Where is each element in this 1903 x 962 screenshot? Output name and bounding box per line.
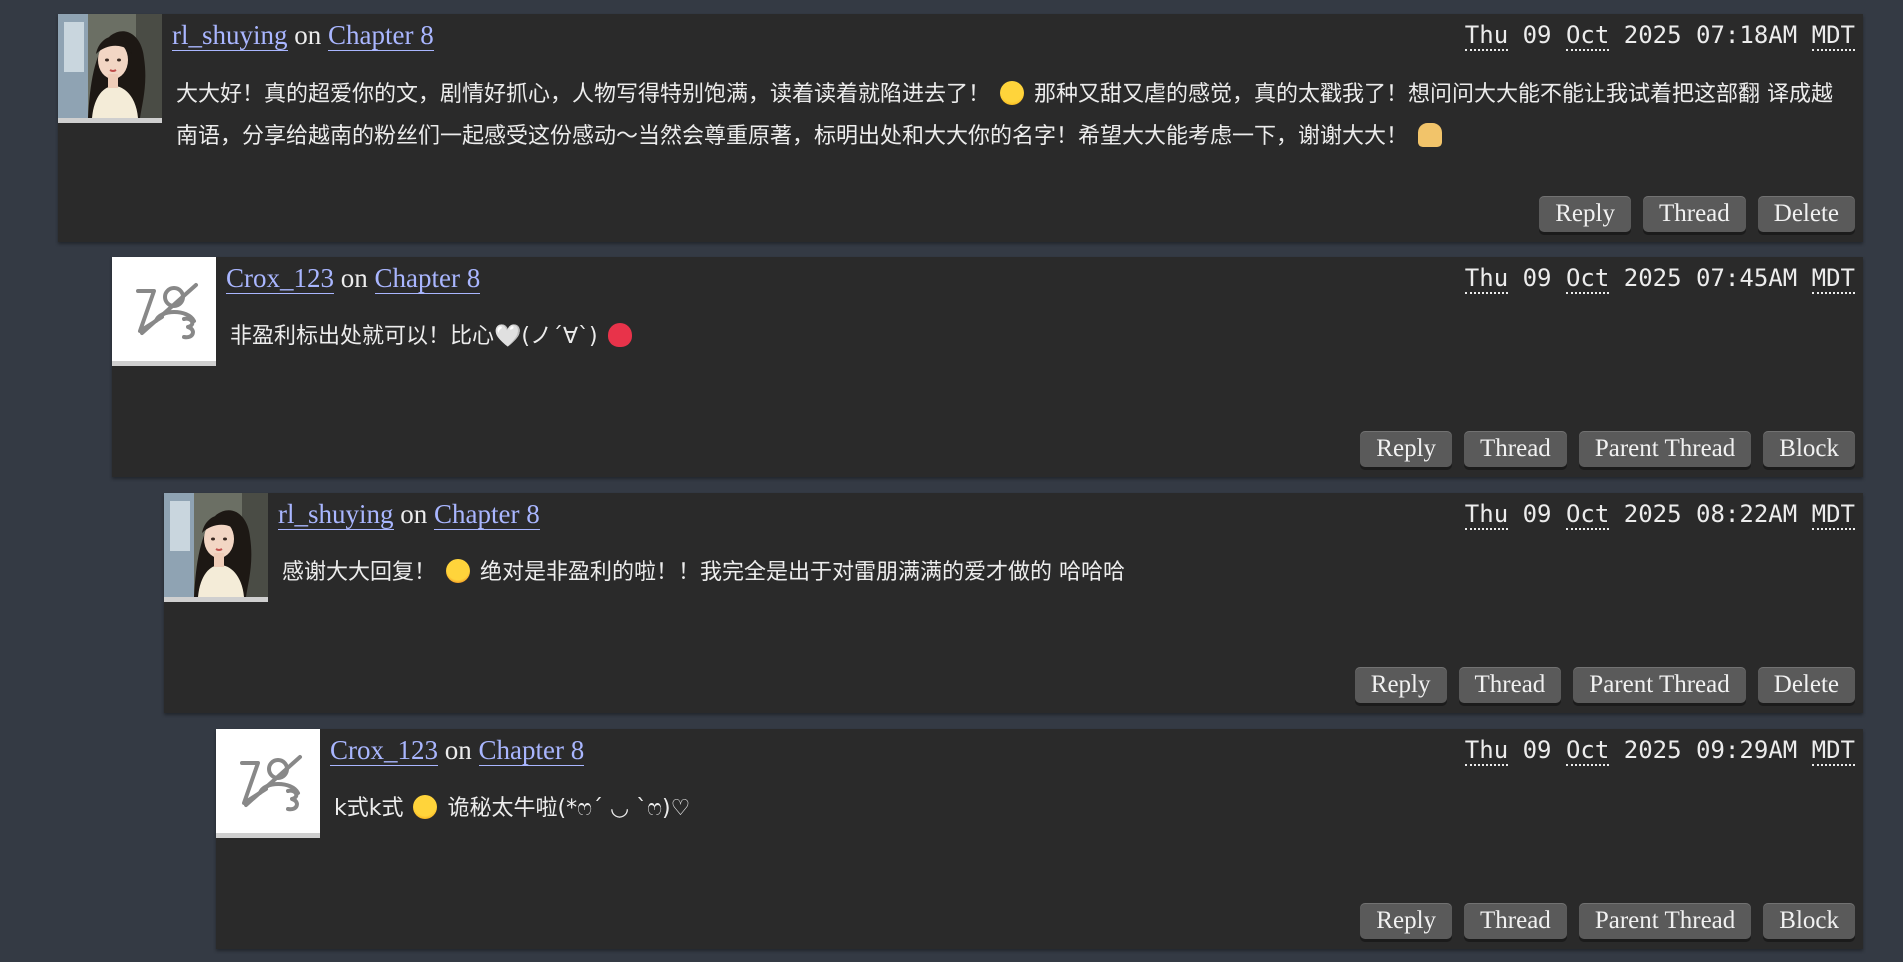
month-abbr: Oct bbox=[1565, 264, 1610, 294]
parent-thread-button[interactable]: Parent Thread bbox=[1578, 903, 1752, 939]
chapter-link[interactable]: Chapter 8 bbox=[374, 263, 481, 294]
on-label: on bbox=[294, 20, 322, 50]
comment-2: Crox_123 on Chapter 8 Thu 09 Oct 2025 07… bbox=[112, 257, 1863, 477]
thread-button[interactable]: Thread bbox=[1464, 431, 1567, 467]
comment-text-part-2: 绝对是非盈利的啦！！我完全是出于对雷朋满满的爱才做的 哈哈哈 bbox=[480, 560, 1126, 585]
comment-byline: Crox_123 on Chapter 8 bbox=[330, 733, 585, 767]
block-button[interactable]: Block bbox=[1763, 431, 1855, 467]
year: 2025 bbox=[1623, 500, 1682, 528]
reply-button[interactable]: Reply bbox=[1360, 903, 1453, 939]
comment-byline: Crox_123 on Chapter 8 bbox=[226, 261, 481, 295]
comment-1: rl_shuying on Chapter 8 Thu 09 Oct 2025 … bbox=[58, 14, 1863, 242]
year: 2025 bbox=[1623, 21, 1682, 49]
author-link[interactable]: rl_shuying bbox=[172, 20, 288, 51]
parent-thread-button[interactable]: Parent Thread bbox=[1573, 667, 1746, 703]
comment-text: 非盈利标出处就可以！比心🤍(ノ´∀`) bbox=[230, 316, 1850, 358]
comment-datetime: Thu 09 Oct 2025 08:22AM MDT bbox=[1464, 497, 1855, 531]
default-avatar-icon bbox=[112, 257, 216, 361]
comment-datetime: Thu 09 Oct 2025 09:29AM MDT bbox=[1464, 733, 1855, 767]
comment-text-part-2: 诡秘太牛啦(*ෆ´ ◡ `ෆ)♡ bbox=[447, 796, 691, 821]
day-number: 09 bbox=[1522, 500, 1552, 528]
comment-text-part-1: 大大好！真的超爱你的文，剧情好抓心，人物写得特别饱满，读着读着就陷进去了！ bbox=[176, 82, 991, 107]
day-number: 09 bbox=[1522, 264, 1552, 292]
timezone-abbr: MDT bbox=[1811, 736, 1855, 766]
chapter-link[interactable]: Chapter 8 bbox=[434, 499, 540, 530]
chapter-link[interactable]: Chapter 8 bbox=[328, 20, 434, 51]
comment-text-part-2: 那种又甜又虐的感觉，真的太戳我了！想问问大大能不能让我试着把这部翻 bbox=[1034, 82, 1761, 107]
day-abbr: Thu bbox=[1464, 736, 1509, 766]
month-abbr: Oct bbox=[1565, 21, 1610, 51]
year: 2025 bbox=[1623, 264, 1682, 292]
day-abbr: Thu bbox=[1464, 21, 1509, 51]
comment-byline: rl_shuying on Chapter 8 bbox=[278, 497, 540, 531]
thread-button[interactable]: Thread bbox=[1642, 196, 1746, 232]
chapter-link[interactable]: Chapter 8 bbox=[478, 735, 585, 766]
comment-actions: Reply Thread Delete bbox=[1539, 196, 1855, 232]
reply-button[interactable]: Reply bbox=[1539, 196, 1631, 232]
comment-text: k式k式 诡秘太牛啦(*ෆ´ ◡ `ෆ)♡ bbox=[334, 788, 1854, 830]
month-abbr: Oct bbox=[1565, 500, 1610, 530]
thread-button[interactable]: Thread bbox=[1464, 903, 1567, 939]
delete-button[interactable]: Delete bbox=[1757, 196, 1855, 232]
comment-byline: rl_shuying on Chapter 8 bbox=[172, 18, 434, 52]
avatar[interactable] bbox=[112, 257, 216, 366]
comment-text: 感谢大大回复！ 绝对是非盈利的啦！！我完全是出于对雷朋满满的爱才做的 哈哈哈 bbox=[282, 552, 1852, 594]
author-link[interactable]: Crox_123 bbox=[330, 735, 438, 766]
on-label: on bbox=[400, 499, 428, 529]
time: 07:18AM bbox=[1696, 21, 1798, 49]
folded-hands-emoji-icon bbox=[1418, 123, 1443, 147]
day-abbr: Thu bbox=[1464, 264, 1509, 294]
comment-actions: Reply Thread Parent Thread Block bbox=[1360, 431, 1855, 467]
star-struck-emoji-icon bbox=[446, 559, 471, 583]
time: 07:45AM bbox=[1696, 264, 1798, 292]
reply-button[interactable]: Reply bbox=[1354, 667, 1447, 703]
comment-text-part-1: 非盈利标出处就可以！比心🤍(ノ´∀`) bbox=[230, 324, 598, 349]
comment-text: 大大好！真的超爱你的文，剧情好抓心，人物写得特别饱满，读着读着就陷进去了！ 那种… bbox=[176, 74, 1846, 158]
comment-datetime: Thu 09 Oct 2025 07:45AM MDT bbox=[1464, 261, 1855, 295]
thread-button[interactable]: Thread bbox=[1458, 667, 1562, 703]
avatar[interactable] bbox=[216, 729, 320, 838]
comment-text-part-1: 感谢大大回复！ bbox=[282, 560, 437, 585]
timezone-abbr: MDT bbox=[1811, 264, 1855, 294]
user-portrait-icon bbox=[58, 14, 162, 118]
timezone-abbr: MDT bbox=[1811, 500, 1855, 530]
parent-thread-button[interactable]: Parent Thread bbox=[1578, 431, 1752, 467]
comment-actions: Reply Thread Parent Thread Block bbox=[1360, 903, 1855, 939]
timezone-abbr: MDT bbox=[1811, 21, 1855, 51]
default-avatar-icon bbox=[216, 729, 320, 833]
crying-face-emoji-icon bbox=[1000, 81, 1025, 105]
month-abbr: Oct bbox=[1565, 736, 1610, 766]
day-number: 09 bbox=[1522, 21, 1552, 49]
avatar[interactable] bbox=[164, 493, 268, 602]
on-label: on bbox=[340, 263, 368, 293]
day-number: 09 bbox=[1522, 736, 1552, 764]
red-heart-emoji-icon bbox=[607, 323, 632, 347]
author-link[interactable]: Crox_123 bbox=[226, 263, 334, 294]
user-portrait-icon bbox=[164, 493, 268, 597]
reply-button[interactable]: Reply bbox=[1360, 431, 1453, 467]
author-link[interactable]: rl_shuying bbox=[278, 499, 394, 530]
comment-datetime: Thu 09 Oct 2025 07:18AM MDT bbox=[1464, 18, 1855, 52]
face-blowing-kiss-emoji-icon bbox=[413, 795, 438, 819]
block-button[interactable]: Block bbox=[1763, 903, 1855, 939]
delete-button[interactable]: Delete bbox=[1757, 667, 1855, 703]
on-label: on bbox=[444, 735, 472, 765]
time: 08:22AM bbox=[1696, 500, 1798, 528]
comment-4: Crox_123 on Chapter 8 Thu 09 Oct 2025 09… bbox=[216, 729, 1863, 949]
year: 2025 bbox=[1623, 736, 1682, 764]
comment-text-part-1: k式k式 bbox=[334, 796, 404, 821]
comment-actions: Reply Thread Parent Thread Delete bbox=[1354, 667, 1855, 703]
comment-3: rl_shuying on Chapter 8 Thu 09 Oct 2025 … bbox=[164, 493, 1863, 713]
day-abbr: Thu bbox=[1464, 500, 1509, 530]
time: 09:29AM bbox=[1696, 736, 1798, 764]
avatar[interactable] bbox=[58, 14, 162, 123]
